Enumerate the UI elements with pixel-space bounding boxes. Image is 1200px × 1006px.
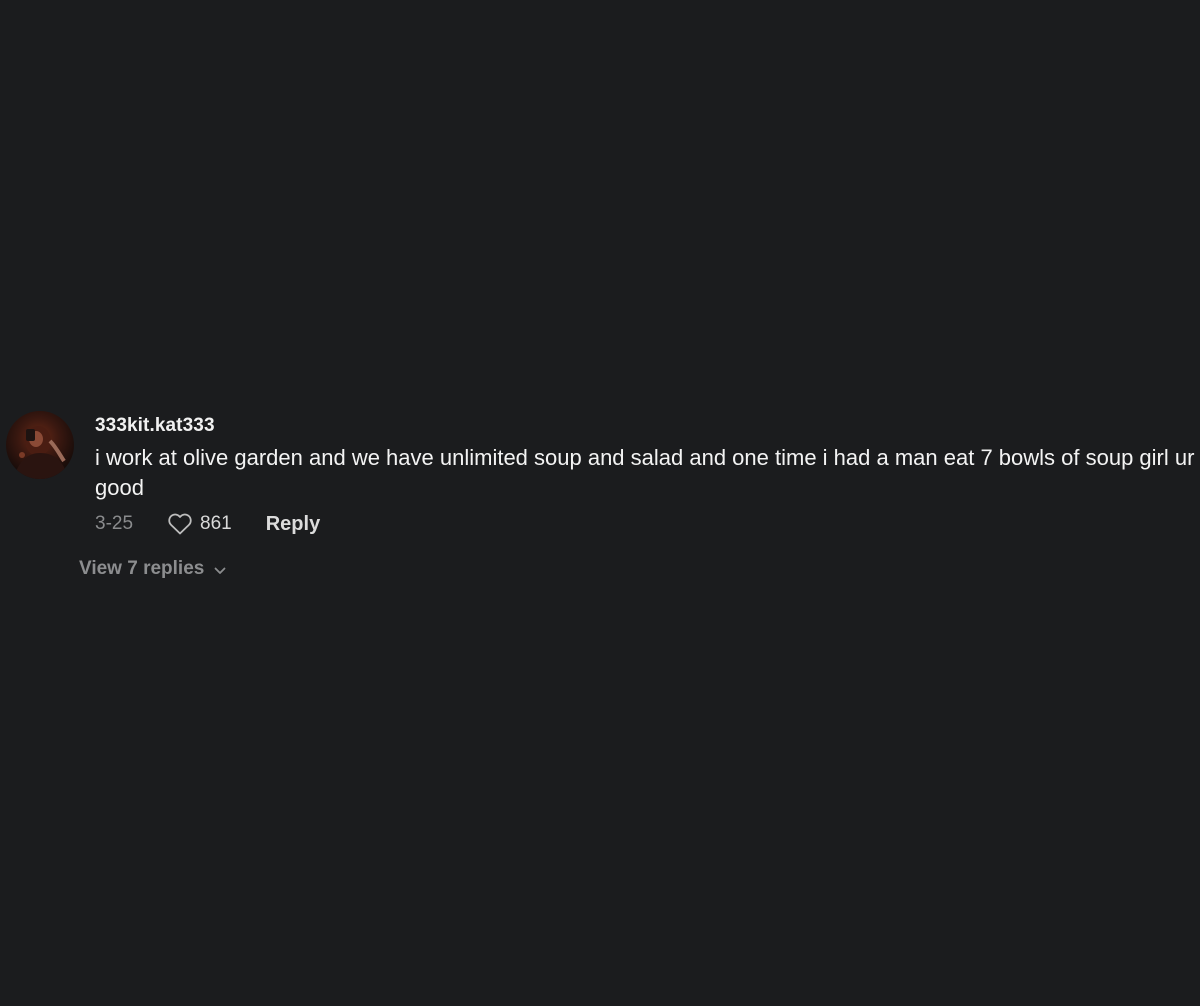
comment-meta: 3-25 861 Reply <box>95 511 320 537</box>
avatar[interactable] <box>6 411 74 479</box>
comment-date: 3-25 <box>95 513 134 534</box>
like-button[interactable]: 861 <box>167 512 232 536</box>
like-count: 861 <box>200 513 232 534</box>
comment-text: i work at olive garden and we have unlim… <box>95 445 1195 500</box>
chevron-down-icon <box>212 563 228 579</box>
comment-username[interactable]: 333kit.kat333 <box>95 415 215 437</box>
user-avatar-icon <box>14 426 68 479</box>
view-replies-button[interactable]: View 7 replies <box>79 558 228 580</box>
reply-button[interactable]: Reply <box>266 513 320 536</box>
view-replies-label: View 7 replies <box>79 558 205 579</box>
heart-outline-icon <box>167 512 193 536</box>
